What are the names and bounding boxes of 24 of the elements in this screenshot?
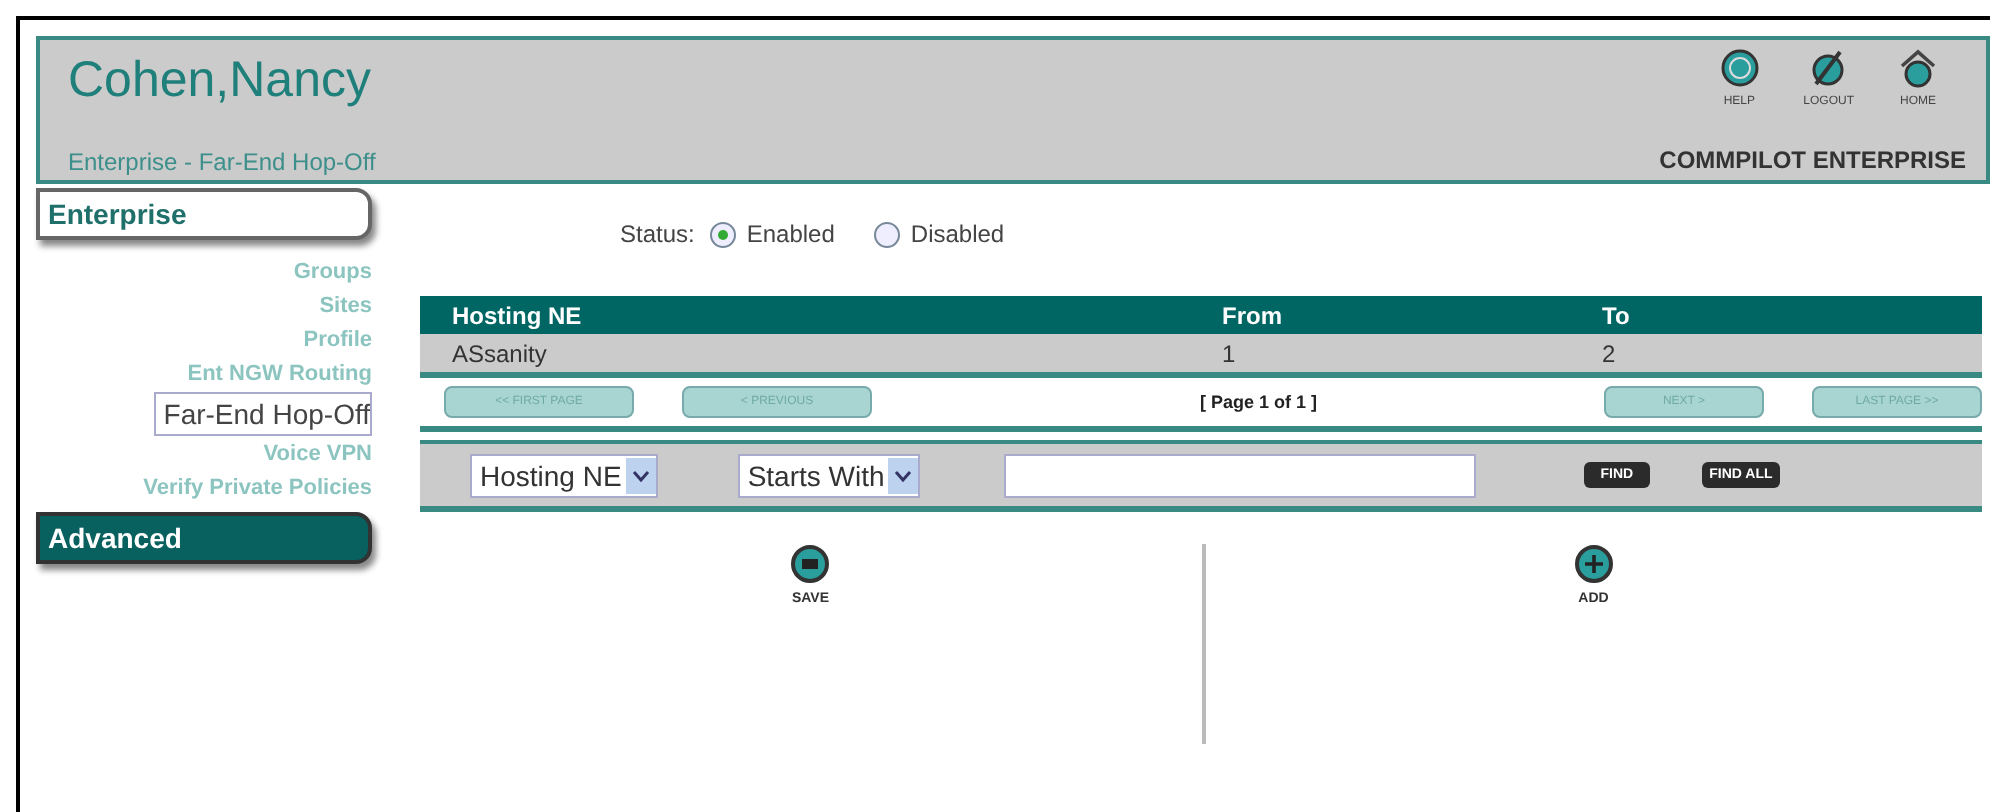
column-header: From [1220, 301, 1284, 329]
field-dropdown[interactable]: Hosting NE [470, 453, 658, 497]
sidebar-section[interactable]: Enterprise [36, 188, 372, 240]
breadcrumb: Enterprise - Far-End Hop-Off [68, 148, 376, 176]
slashed-circle-icon [1808, 48, 1849, 88]
table-cell-text: ASsanity [450, 339, 549, 367]
plus-icon [1573, 544, 1614, 584]
caret-icon [888, 457, 919, 493]
status-label: Status: [620, 220, 695, 248]
status-radio[interactable]: Enabled [710, 220, 835, 248]
table-cell-text: 1 [1220, 339, 1238, 367]
status-radio[interactable]: Disabled [874, 220, 1005, 248]
sidebar-section[interactable]: Advanced [36, 512, 372, 564]
product-name: COMMPILOT ENTERPRISE [1659, 146, 1966, 174]
table-cell-text: 2 [1600, 339, 1618, 367]
home-icon [1898, 48, 1938, 88]
column-header: Hosting NE [450, 301, 584, 329]
search-field[interactable] [1004, 453, 1477, 497]
caret-icon [625, 457, 656, 493]
sidebar-item[interactable]: Far-End Hop-Off [153, 392, 372, 436]
user-name: Cohen,Nancy [68, 52, 373, 110]
mode-dropdown[interactable]: Starts With [737, 453, 921, 497]
column-header: To [1600, 301, 1632, 329]
page-info: [ Page 1 of 1 ] [1200, 392, 1318, 412]
